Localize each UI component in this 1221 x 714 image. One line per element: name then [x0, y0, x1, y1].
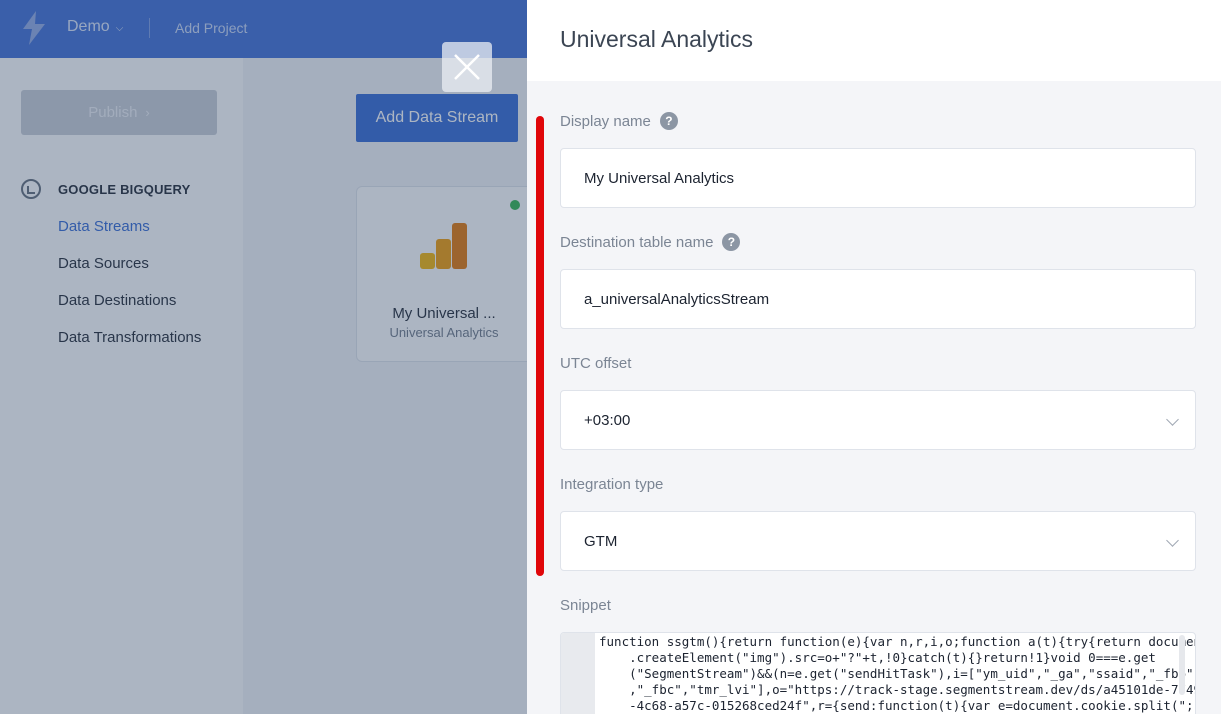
chevron-down-icon: [1166, 534, 1179, 547]
integration-type-label: Integration type: [560, 476, 664, 493]
destination-table-input[interactable]: a_universalAnalyticsStream: [560, 269, 1196, 329]
integration-type-select[interactable]: GTM: [560, 511, 1196, 571]
display-name-label: Display name?: [560, 112, 678, 130]
drawer-header: Universal Analytics: [527, 0, 1221, 81]
drawer-title: Universal Analytics: [560, 26, 754, 52]
destination-table-value: a_universalAnalyticsStream: [584, 290, 770, 308]
utc-offset-label: UTC offset: [560, 355, 632, 372]
highlight-bar: [536, 116, 544, 576]
close-icon: [454, 54, 480, 80]
display-name-input[interactable]: My Universal Analytics: [560, 148, 1196, 208]
display-name-label-text: Display name: [560, 112, 651, 130]
modal-backdrop[interactable]: [0, 0, 527, 714]
utc-offset-value: +03:00: [584, 411, 631, 429]
help-icon[interactable]: ?: [722, 233, 741, 251]
snippet-code[interactable]: function ssgtm(){return function(e){var …: [599, 634, 1195, 714]
code-scrollbar[interactable]: [1179, 635, 1185, 695]
settings-drawer: Universal Analytics Display name? My Uni…: [527, 0, 1221, 714]
close-drawer-button[interactable]: [442, 42, 492, 92]
utc-offset-select[interactable]: +03:00: [560, 390, 1196, 450]
chevron-down-icon: [1166, 413, 1179, 426]
help-icon[interactable]: ?: [659, 112, 678, 130]
snippet-code-editor[interactable]: function ssgtm(){return function(e){var …: [560, 632, 1196, 714]
snippet-label: Snippet: [560, 597, 611, 614]
line-number-gutter: [561, 633, 595, 714]
destination-table-label: Destination table name?: [560, 233, 741, 251]
integration-type-value: GTM: [584, 532, 618, 550]
display-name-value: My Universal Analytics: [584, 169, 735, 187]
destination-table-label-text: Destination table name: [560, 233, 714, 251]
